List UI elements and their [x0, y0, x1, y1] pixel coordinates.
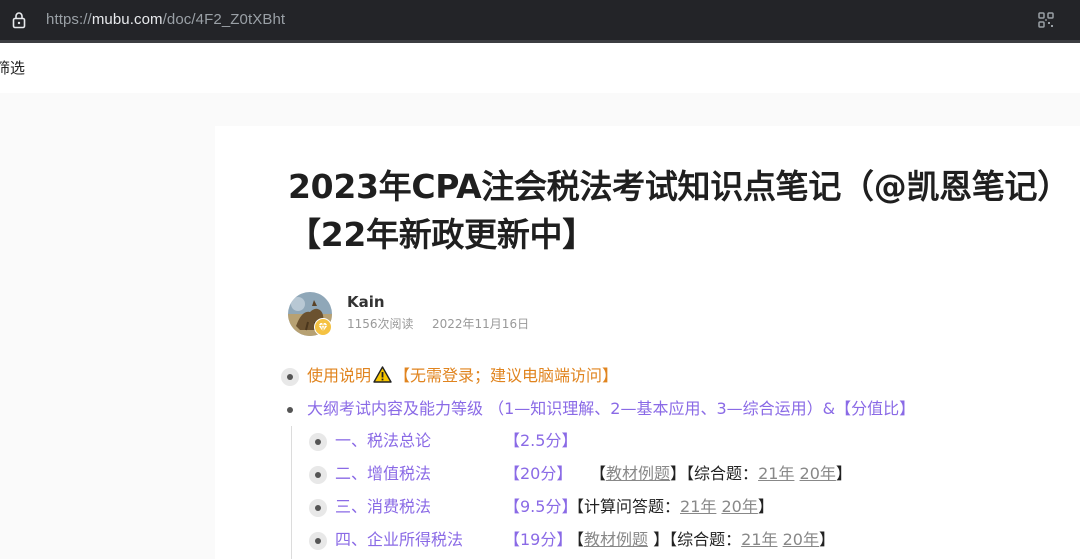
outline-indent-guide: [291, 426, 292, 559]
lock-icon[interactable]: [11, 11, 27, 29]
outline-item-corporate-tax: 四、企业所得税法: [335, 530, 464, 549]
outline-bullet[interactable]: [309, 466, 327, 484]
outline-item-corporate-refs: 【教材例题 】【综合题：21年 20年】: [568, 529, 835, 551]
year-link-21[interactable]: 21年: [758, 464, 794, 483]
year-link-20[interactable]: 20年: [721, 497, 757, 516]
filter-bar: [0, 43, 1080, 93]
outline-item-usage-note: 【无需登录；建议电脑端访问】: [394, 366, 619, 385]
author-name[interactable]: Kain: [347, 292, 385, 312]
outline-bullet[interactable]: [309, 532, 327, 550]
year-link-21[interactable]: 21年: [680, 497, 716, 516]
url-host: mubu.com: [91, 11, 163, 28]
score-badge: 【9.5分】: [504, 497, 578, 516]
outline-item-consumption-refs: 【计算问答题：21年 20年】: [568, 496, 774, 518]
bracket-open: 【: [568, 530, 585, 549]
outline-item-syllabus: 大纲考试内容及能力等级 （1—知识理解、2—基本应用、3—综合运用）&【分值比】: [307, 399, 916, 418]
comprehensive-label: 【综合题：: [686, 464, 759, 483]
year-link-20[interactable]: 20年: [783, 530, 819, 549]
score-badge: 【2.5分】: [504, 431, 578, 450]
warning-icon: [373, 366, 392, 383]
bracket-close: 】: [835, 464, 852, 483]
textbook-example-link[interactable]: 教材例题: [606, 464, 670, 483]
vip-badge-icon: [314, 318, 332, 336]
score-badge: 【19分】: [504, 530, 573, 549]
url-field[interactable]: https://mubu.com/doc/4F2_Z0tXBht: [46, 10, 285, 30]
bracket-close: 】: [818, 530, 835, 549]
bracket-close: 】: [757, 497, 774, 516]
outline-item-tax-overview: 一、税法总论: [335, 431, 432, 450]
outline-item-usage-text: 使用说明: [307, 366, 372, 385]
outline-bullet[interactable]: [287, 407, 293, 413]
url-path: /doc/4F2_Z0tXBht: [162, 11, 286, 28]
outline-bullet[interactable]: [309, 433, 327, 451]
year-link-21[interactable]: 21年: [741, 530, 777, 549]
calc-question-label: 【计算问答题：: [568, 497, 681, 516]
outline-bullet[interactable]: [281, 368, 299, 386]
filter-button[interactable]: 筛选: [0, 58, 25, 78]
read-count: 1156次阅读: [347, 317, 414, 331]
outline-item-usage: 使用说明 【无需登录；建议电脑端访问】: [307, 365, 618, 387]
score-badge: 【20分】: [504, 464, 573, 483]
outline-item-vat-refs: 【教材例题】【综合题：21年 20年】: [590, 463, 852, 485]
textbook-example-link[interactable]: 教材例题: [584, 530, 648, 549]
url-prefix: https://: [46, 11, 92, 28]
outline-item-consumption-tax: 三、消费税法: [335, 497, 432, 516]
outline-item-vat: 二、增值税法: [335, 464, 432, 483]
bracket-open: 【: [590, 464, 607, 483]
bracket-close: 】: [648, 530, 670, 549]
bracket-close: 】: [670, 464, 687, 483]
year-link-20[interactable]: 20年: [800, 464, 836, 483]
comprehensive-label: 【综合题：: [669, 530, 742, 549]
publish-date: 2022年11月16日: [432, 317, 530, 331]
qr-code-icon[interactable]: [1036, 10, 1056, 30]
outline-bullet[interactable]: [309, 499, 327, 517]
document-title: 2023年CPA注会税法考试知识点笔记（@凯恩笔记）【22年新政更新中】: [288, 167, 1070, 254]
